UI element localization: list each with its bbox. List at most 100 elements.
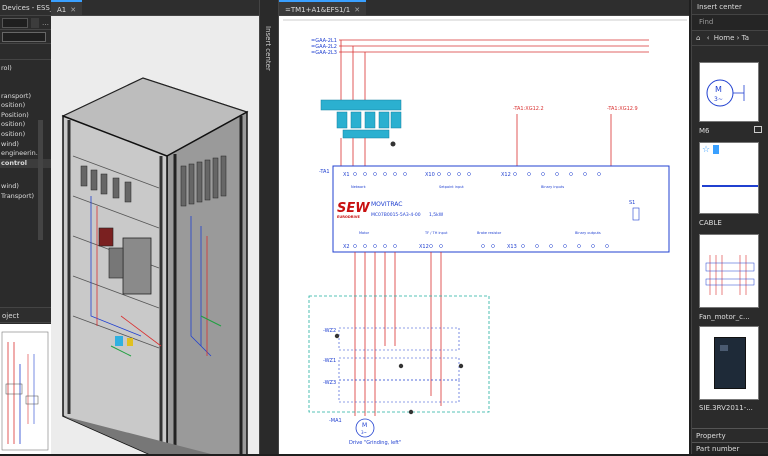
favorite-star-icon[interactable]: ☆ bbox=[702, 145, 710, 155]
section-label: Binary inputs bbox=[541, 185, 564, 189]
find-input[interactable]: Find bbox=[692, 15, 768, 31]
section-label: Network bbox=[351, 185, 367, 189]
tree-scrollbar[interactable] bbox=[38, 120, 43, 240]
tree-item[interactable]: wind) bbox=[0, 182, 51, 192]
cable-tag: -WZ2 bbox=[323, 328, 336, 334]
connector-label: X10 bbox=[425, 172, 435, 178]
bookmark-icon[interactable] bbox=[713, 145, 719, 154]
tab-a1-label: A1 bbox=[57, 6, 67, 14]
breadcrumb: ⌂ ‹ Home › Ta bbox=[692, 31, 768, 46]
insert-center-collapsed-tab[interactable]: Insert center bbox=[259, 0, 279, 454]
insert-item-motor[interactable]: M 3~ bbox=[699, 62, 759, 122]
inverter-device-box[interactable] bbox=[332, 165, 670, 253]
tree-item[interactable]: osition) bbox=[0, 120, 51, 130]
motor-preview-icon: M 3~ bbox=[706, 79, 745, 107]
breadcrumb-next[interactable]: Ta bbox=[742, 34, 749, 42]
project-preview bbox=[0, 324, 51, 454]
drive-label: Drive "Grinding, left" bbox=[349, 440, 401, 446]
schematic-canvas: =GAA-2L1 =GAA-2L2 =GAA-2L3 -TA1:XG12.2 -… bbox=[283, 19, 687, 446]
insert-center-title: Insert center bbox=[692, 0, 768, 15]
project-tab-label: oject bbox=[2, 312, 20, 320]
tree-item[interactable]: engineerin... bbox=[0, 149, 51, 159]
preview-motor-phase: 3~ bbox=[714, 96, 723, 103]
tree-item[interactable]: osition) bbox=[0, 101, 51, 111]
preview-motor-letter: M bbox=[715, 85, 722, 94]
tree-item[interactable]: wind) bbox=[0, 140, 51, 150]
insert-item-label: Fan_motor_c... bbox=[699, 313, 750, 321]
feed-label: =GAA-2L3 bbox=[311, 50, 337, 56]
cable-tag: -WZ3 bbox=[323, 380, 336, 386]
section-label: TF / TH input bbox=[424, 231, 448, 235]
connector-label: X13 bbox=[507, 244, 517, 250]
section-label: Brake resistor bbox=[477, 231, 502, 235]
contactor-image bbox=[714, 337, 746, 389]
dropdown-button[interactable] bbox=[31, 18, 39, 28]
insert-center-strip-label: Insert center bbox=[264, 26, 272, 71]
connector-label: X12 bbox=[419, 244, 429, 250]
cabinet-3d-model bbox=[61, 77, 249, 454]
insert-item-fan-motor[interactable] bbox=[699, 234, 759, 308]
left-toolbar: … bbox=[0, 16, 51, 30]
insert-item-contactor[interactable] bbox=[699, 326, 759, 400]
tab-a1[interactable]: A1 ✕ bbox=[51, 0, 83, 15]
terminal-ref: -TA1:XG12.9 bbox=[607, 106, 638, 112]
contactor-button bbox=[720, 345, 728, 351]
motor-tag: -MA1 bbox=[329, 418, 342, 424]
tree-item[interactable]: Position) bbox=[0, 111, 51, 121]
schematic-tabbar: =TM1+A1&EFS1/1 ✕ bbox=[279, 0, 689, 16]
tree-item[interactable]: Transport) bbox=[0, 192, 51, 202]
left-search-row bbox=[0, 30, 51, 44]
tree-item[interactable]: rol) bbox=[0, 64, 51, 74]
schematic-editor[interactable]: =TM1+A1&EFS1/1 ✕ =GAA-2L1 =GAA-2L2 =GAA-2… bbox=[279, 0, 689, 454]
cable-group[interactable] bbox=[308, 295, 490, 413]
connector-label: X1 bbox=[343, 172, 350, 178]
connector-label: X2 bbox=[343, 244, 350, 250]
home-icon[interactable]: ⌂ bbox=[692, 34, 700, 42]
insert-item-cable[interactable]: ☆ bbox=[699, 142, 759, 214]
tab-schematic-label: =TM1+A1&EFS1/1 bbox=[285, 6, 351, 14]
motor-symbol-letter: M bbox=[362, 422, 367, 429]
circuit-breaker-symbol[interactable] bbox=[320, 99, 402, 139]
power-rating: 1,5kW bbox=[429, 212, 444, 218]
left-search-input[interactable] bbox=[2, 32, 46, 42]
tree-item[interactable]: ransport) bbox=[0, 92, 51, 102]
model-number: MC07B0015-5A3-4-00 bbox=[371, 212, 421, 218]
view3d-tabbar: A1 ✕ bbox=[51, 0, 259, 16]
property-header: Property bbox=[692, 428, 768, 442]
property-field-part-number[interactable]: Part number bbox=[692, 442, 768, 454]
motor-phase: 3~ bbox=[361, 430, 367, 435]
close-icon[interactable]: ✕ bbox=[350, 6, 360, 14]
device-tree: rol) ransport) osition) Position) ositio… bbox=[0, 60, 51, 240]
close-icon[interactable]: ✕ bbox=[66, 6, 76, 14]
insert-item-label: M6 bbox=[699, 127, 710, 135]
tab-schematic[interactable]: =TM1+A1&EFS1/1 ✕ bbox=[279, 0, 367, 15]
left-panel-tab[interactable]: Devices - ESS_... bbox=[0, 0, 51, 16]
section-label: Setpoint input bbox=[439, 185, 464, 189]
cabinet-3d-view[interactable]: A1 ✕ bbox=[51, 0, 259, 454]
insert-item-label: SIE.3RV2011-... bbox=[699, 404, 753, 412]
product-name: MOVITRAC bbox=[371, 201, 402, 208]
project-tab[interactable]: oject bbox=[0, 307, 51, 323]
section-label: Motor bbox=[359, 231, 370, 235]
breadcrumb-home[interactable]: Home bbox=[712, 34, 735, 42]
insert-item-label: CABLE bbox=[699, 219, 722, 227]
display-label: S1 bbox=[629, 200, 635, 206]
device-tag: -TA1 bbox=[319, 169, 330, 175]
more-icon[interactable]: … bbox=[42, 18, 50, 28]
left-panel: Devices - ESS_... … rol) ransport) ositi… bbox=[0, 0, 51, 454]
sew-logo-sub: EURODRIVE bbox=[337, 215, 361, 219]
cable-line-icon bbox=[702, 185, 758, 187]
connector-label: X12 bbox=[501, 172, 511, 178]
display-symbol bbox=[632, 207, 640, 221]
cable-tag: -WZ1 bbox=[323, 358, 336, 364]
tree-item-selected[interactable]: control bbox=[0, 158, 51, 169]
back-icon[interactable]: ‹ bbox=[703, 34, 710, 42]
sew-logo: SEW bbox=[337, 201, 370, 216]
tree-item[interactable]: osition) bbox=[0, 130, 51, 140]
terminal-ref: -TA1:XG12.2 bbox=[513, 106, 544, 112]
insert-center-panel: Insert center Find ⌂ ‹ Home › Ta M 3~ M6… bbox=[691, 0, 768, 454]
left-subbar bbox=[0, 44, 51, 60]
filter-select[interactable] bbox=[2, 18, 28, 28]
section-label: Binary outputs bbox=[575, 231, 601, 235]
preview-icon[interactable] bbox=[754, 126, 762, 133]
